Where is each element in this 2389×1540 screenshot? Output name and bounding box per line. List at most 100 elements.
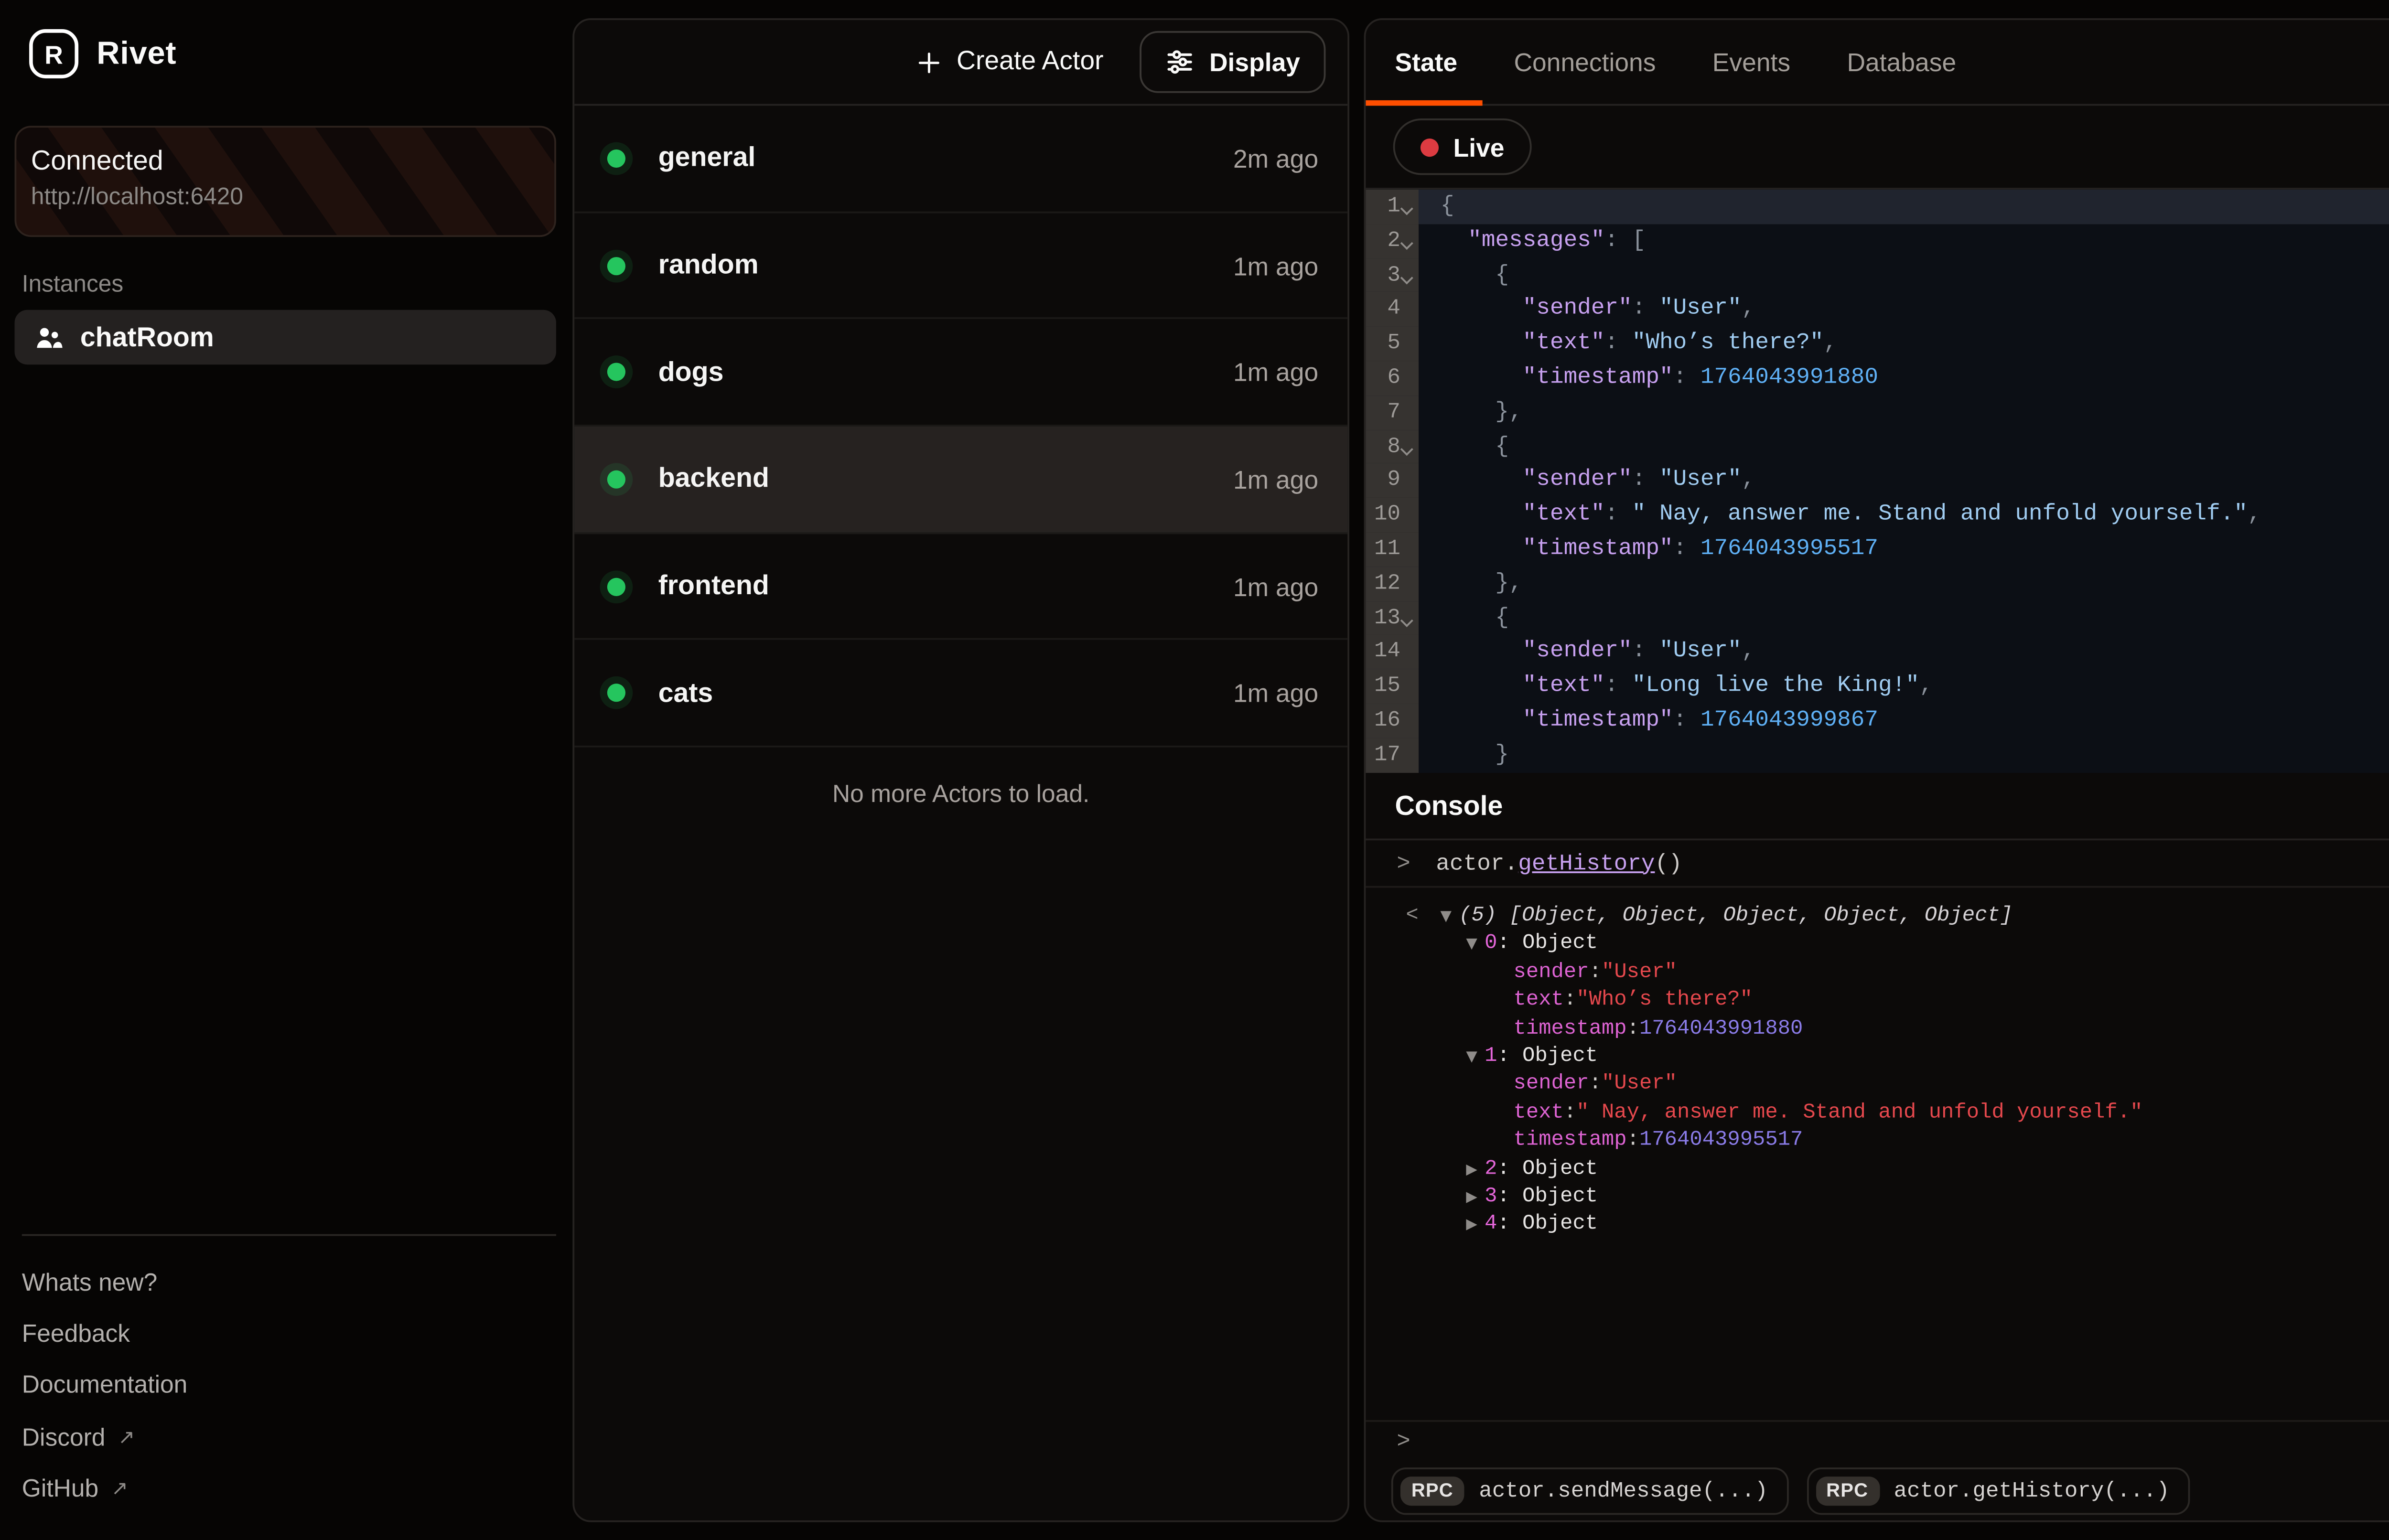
rpc-button-actor-gethistory[interactable]: RPCactor.getHistory(...) [1806,1466,2190,1514]
editor-gutter: 3 [1366,258,1419,292]
editor-line[interactable]: 14 "sender": "User", [1366,635,2389,669]
token-p: , [1742,639,1755,664]
token-p: , [1824,330,1838,355]
editor-line[interactable]: 3 { [1366,258,2389,292]
editor-line[interactable]: 15 "text": "Long live the King!", [1366,669,2389,704]
line-number: 12 [1366,567,1400,601]
actor-last-active: 1m ago [1233,358,1318,387]
entry-index: 4 [1485,1211,1497,1239]
actor-row-dogs[interactable]: dogs1m ago [574,320,1347,427]
token-k: "text" [1523,673,1605,698]
rpc-button-actor-sendmessage[interactable]: RPCactor.sendMessage(...) [1391,1466,1788,1514]
token-p: , [2248,502,2261,527]
editor-line[interactable]: 7 }, [1366,395,2389,429]
live-badge[interactable]: Live [1393,118,1532,175]
actor-name: random [658,250,759,281]
actor-status-dot [607,256,625,274]
editor-line[interactable]: 8 { [1366,429,2389,464]
state-editor[interactable]: 1{2 "messages": [3 {4 "sender": "User",5… [1366,190,2389,773]
prop-key: text [1514,986,1564,1015]
footer-link-feedback[interactable]: Feedback [15,1308,556,1359]
plus-icon [915,48,942,75]
console-header[interactable]: Console [1366,773,2389,840]
console-entry-0[interactable]: ▼0: Object [1366,930,2389,959]
editor-line[interactable]: 6 "timestamp": 1764043991880 [1366,361,2389,396]
return-value-icon: < [1406,902,1418,930]
code-text: "text": " Nay, answer me. Stand and unfo… [1419,498,2389,533]
token-p: { [1441,262,1509,287]
actor-row-cats[interactable]: cats1m ago [574,641,1347,748]
prop-colon: : [1564,1099,1576,1127]
console-prop-sender: sender: "User" [1366,959,2389,987]
fold-slot [1400,669,1419,704]
actor-row-backend[interactable]: backend1m ago [574,427,1347,534]
console-result-row[interactable]: < ▼ (5) [Object, Object, Object, Object,… [1366,902,2389,930]
token-p [1441,536,1523,561]
footer-link-discord[interactable]: Discord↗ [15,1411,556,1463]
display-button[interactable]: Display [1140,31,1326,93]
footer-link-documentation[interactable]: Documentation [15,1359,556,1411]
editor-line[interactable]: 13 { [1366,601,2389,635]
create-actor-button[interactable]: Create Actor [915,47,1103,76]
sidebar-footer: Whats new?FeedbackDocumentationDiscord↗G… [15,1234,556,1515]
actor-last-active: 1m ago [1233,679,1318,708]
token-p: { [1441,604,1509,630]
editor-line[interactable]: 10 "text": " Nay, answer me. Stand and u… [1366,498,2389,533]
brand[interactable]: R Rivet [29,29,176,78]
actor-last-active: 2m ago [1233,144,1318,173]
token-n: 1764043999867 [1700,707,1878,733]
actor-status-dot [607,149,625,167]
editor-gutter: 12 [1366,567,1419,601]
token-s: "User" [1659,639,1742,664]
tab-database[interactable]: Database [1847,47,1956,76]
fold-slot [1400,532,1419,567]
editor-line[interactable]: 11 "timestamp": 1764043995517 [1366,532,2389,567]
tab-connections[interactable]: Connections [1514,47,1656,76]
footer-link-github[interactable]: GitHub↗ [15,1463,556,1515]
actor-status-dot [607,684,625,702]
editor-line[interactable]: 4 "sender": "User", [1366,292,2389,327]
editor-line[interactable]: 1{ [1366,190,2389,224]
actor-row-random[interactable]: random1m ago [574,213,1347,320]
triangle-right-icon: ▶ [1466,1211,1477,1239]
fold-slot[interactable] [1400,429,1419,464]
editor-line[interactable]: 12 }, [1366,567,2389,601]
token-p: : [1632,467,1659,492]
brand-name: Rivet [97,35,176,73]
console-history-command[interactable]: > actor.getHistory() [1366,840,2389,888]
footer-link-whats-new[interactable]: Whats new? [15,1256,556,1307]
actor-row-frontend[interactable]: frontend1m ago [574,534,1347,641]
console-entry-4[interactable]: ▶4: Object [1366,1211,2389,1239]
fold-slot[interactable] [1400,258,1419,292]
line-number: 3 [1366,258,1400,292]
editor-line[interactable]: 9 "sender": "User", [1366,464,2389,498]
instances-label: Instances [22,270,123,297]
prop-key: timestamp [1514,1015,1627,1043]
tab-events[interactable]: Events [1712,47,1790,76]
tab-state[interactable]: State [1395,47,1457,76]
editor-line[interactable]: 17 } [1366,738,2389,772]
inspector-panel: StateConnectionsEventsDatabase Running L… [1364,18,2389,1522]
console-entry-2[interactable]: ▶2: Object [1366,1155,2389,1183]
fold-slot[interactable] [1400,224,1419,258]
token-p: : [1673,707,1700,733]
actor-row-general[interactable]: general2m ago [574,106,1347,213]
line-number: 2 [1366,224,1400,258]
fold-slot[interactable] [1400,190,1419,224]
console-entry-3[interactable]: ▶3: Object [1366,1183,2389,1211]
console-entry-1[interactable]: ▼1: Object [1366,1043,2389,1071]
display-label: Display [1209,47,1300,76]
connection-card[interactable]: Connected http://localhost:6420 [15,126,556,237]
fold-slot[interactable] [1400,601,1419,635]
fold-slot [1400,327,1419,361]
editor-line[interactable]: 2 "messages": [ [1366,224,2389,258]
app: R Rivet Connected http://localhost:6420 … [0,0,2389,1540]
editor-line[interactable]: 16 "timestamp": 1764043999867 [1366,704,2389,738]
token-p [1441,673,1523,698]
actors-header: Create Actor Display [574,20,1347,106]
editor-gutter: 14 [1366,635,1419,669]
console-input-row[interactable]: > [1366,1420,2389,1460]
editor-line[interactable]: 5 "text": "Who’s there?", [1366,327,2389,361]
sidebar-item-chatroom[interactable]: chatRoom [15,310,556,364]
line-number: 7 [1366,395,1400,429]
